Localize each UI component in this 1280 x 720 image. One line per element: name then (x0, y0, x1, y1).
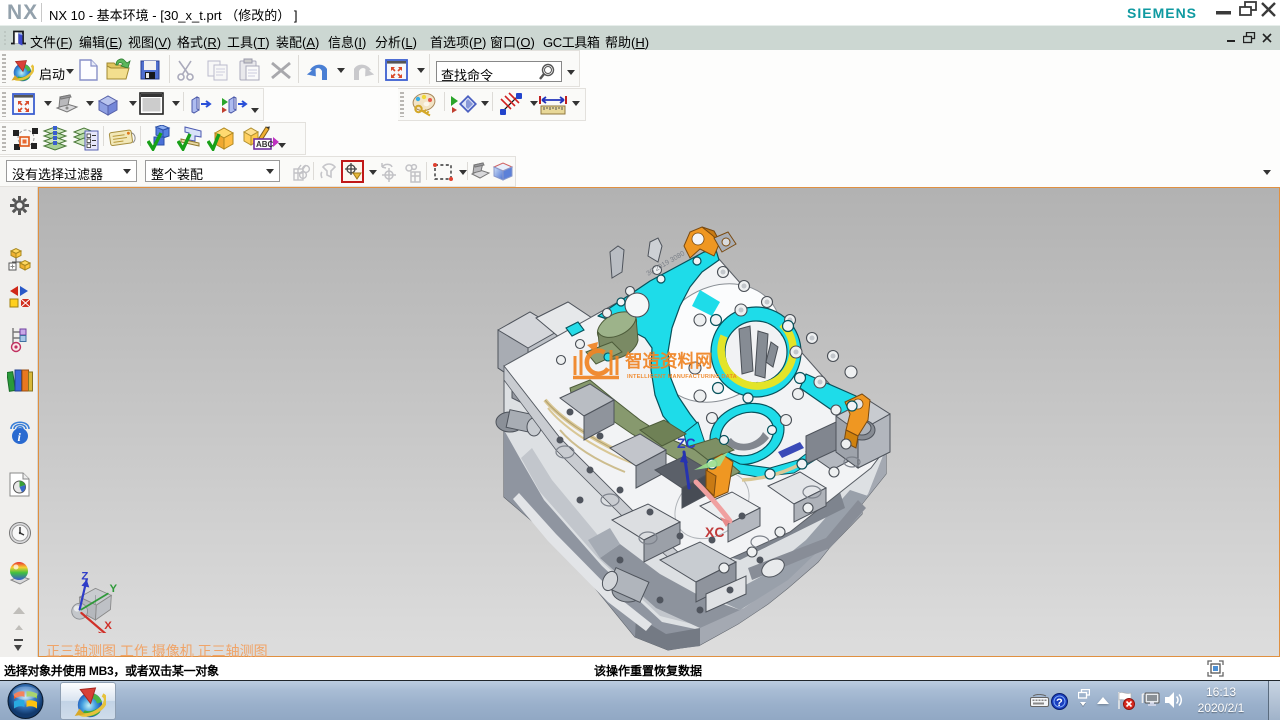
svg-text:Z: Z (81, 571, 88, 583)
svg-text:XC: XC (705, 524, 724, 540)
svg-text:X: X (104, 620, 112, 632)
svg-text:Y: Y (110, 583, 118, 595)
svg-text:智造资料网: 智造资料网 (625, 351, 713, 371)
svg-text:ZC: ZC (677, 435, 696, 451)
svg-text:?: ? (1056, 697, 1063, 709)
svg-text:INTELLIGENT MANUFACTURING DATA: INTELLIGENT MANUFACTURING DATA (627, 374, 737, 380)
svg-text:ABC: ABC (256, 140, 274, 149)
